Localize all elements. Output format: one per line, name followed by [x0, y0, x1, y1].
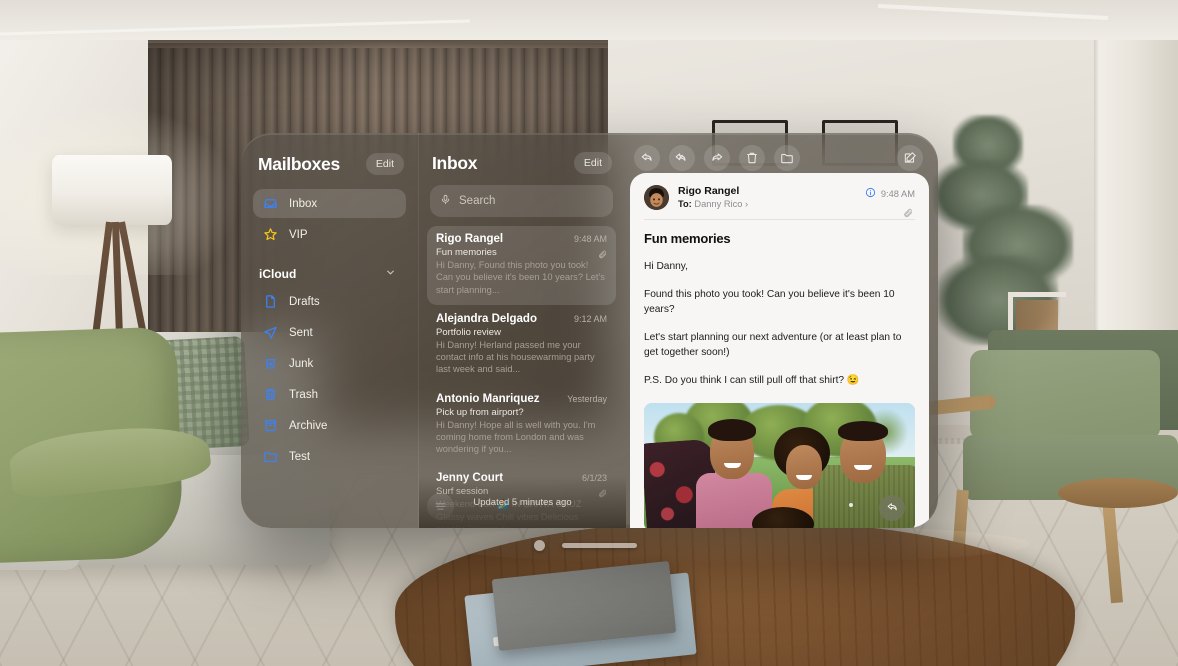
sidebar-item-sent[interactable]: Sent: [253, 318, 406, 347]
sidebar-item-label: Junk: [289, 357, 314, 370]
sidebar-title: Mailboxes: [258, 153, 340, 174]
microphone-icon[interactable]: [440, 192, 451, 210]
avatar: [644, 185, 669, 210]
sidebar-header: Mailboxes Edit: [258, 153, 404, 175]
wall-corner: [1094, 0, 1100, 360]
sidebar-item-label: VIP: [289, 228, 308, 241]
paperclip-icon: [598, 250, 607, 261]
star-icon: [263, 227, 278, 242]
email-body: Hi Danny, Found this photo you took! Can…: [630, 246, 929, 389]
sidebar-item-label: Archive: [289, 419, 328, 432]
message-list-status-bar: Updated 5 minutes ago: [419, 476, 626, 528]
mail-app-window: Mailboxes Edit Inbox VIP iCloud Drafts S…: [241, 133, 938, 528]
paper-plane-icon: [263, 325, 278, 340]
email-paragraph: Let's start planning our next adventure …: [644, 332, 902, 358]
sidebar-item-test[interactable]: Test: [253, 442, 406, 471]
sidebar-item-label: Drafts: [289, 295, 320, 308]
message-sender: Antonio Manriquez: [436, 392, 540, 405]
sidebar-edit-button[interactable]: Edit: [365, 153, 404, 175]
armchair-back-cushion: [970, 350, 1160, 440]
coffee-table-highlight: [430, 524, 1030, 564]
message-time: 9:12 AM: [573, 313, 607, 324]
archive-box-icon: [263, 418, 278, 433]
message-preview: Hi Danny! Hope all is well with you. I'm…: [436, 419, 596, 455]
forward-button[interactable]: [704, 145, 730, 171]
email-subject: Fun memories: [644, 231, 731, 246]
message-list-edit-button[interactable]: Edit: [573, 152, 612, 174]
message-detail-pane: Rigo Rangel To: Danny Rico › 9:48 AM Fun…: [626, 133, 938, 528]
window-close-dot[interactable]: [534, 540, 545, 551]
compose-button[interactable]: [897, 145, 923, 171]
floor-lamp-shade: [52, 155, 172, 225]
email-to-name: Danny Rico: [694, 199, 743, 209]
delete-button[interactable]: [739, 145, 765, 171]
reply-all-button[interactable]: [669, 145, 695, 171]
search-input[interactable]: Search: [430, 185, 613, 217]
inbox-icon: [263, 196, 278, 211]
email-reader: Rigo Rangel To: Danny Rico › 9:48 AM Fun…: [630, 173, 929, 528]
update-status-text: Updated 5 minutes ago: [473, 496, 572, 508]
message-list-title: Inbox: [432, 152, 478, 173]
side-table: [1058, 478, 1178, 508]
sidebar-item-junk[interactable]: Junk: [253, 349, 406, 378]
trash-icon: [263, 387, 278, 402]
document-icon: [263, 294, 278, 309]
message-subject: Pick up from airport?: [436, 406, 524, 418]
email-time: 9:48 AM: [880, 189, 915, 199]
message-time: Yesterday: [567, 393, 607, 404]
email-paragraph: P.S. Do you think I can still pull off t…: [644, 375, 860, 387]
window-resize-grabber[interactable]: [562, 543, 637, 548]
folder-icon: [263, 449, 278, 464]
ceiling: [0, 0, 1178, 40]
sidebar-group-title: iCloud: [259, 267, 297, 281]
message-preview: Hi Danny! Herland passed me your contact…: [436, 339, 595, 375]
sidebar-item-vip[interactable]: VIP: [253, 220, 406, 249]
chevron-right-icon[interactable]: ›: [745, 199, 748, 209]
junk-bin-icon: [263, 356, 278, 371]
message-subject: Portfolio review: [436, 326, 501, 338]
chevron-down-icon[interactable]: [385, 267, 396, 281]
sidebar-item-inbox[interactable]: Inbox: [253, 189, 406, 218]
email-paragraph: Found this photo you took! Can you belie…: [644, 289, 895, 315]
sidebar-item-trash[interactable]: Trash: [253, 380, 406, 409]
floating-reply-button[interactable]: [879, 494, 905, 521]
sidebar-item-label: Trash: [289, 388, 318, 401]
message-sender: Alejandra Delgado: [436, 312, 537, 325]
email-to-label: To:: [678, 199, 692, 209]
photo-shirt-button: [849, 502, 853, 507]
message-time: 9:48 AM: [573, 234, 607, 244]
list-item[interactable]: Rigo Rangel 9:48 AM Fun memories Hi Dann…: [427, 226, 616, 305]
message-sender: Rigo Rangel: [436, 233, 504, 245]
list-item[interactable]: Antonio Manriquez Yesterday Pick up from…: [427, 386, 616, 465]
sidebar-item-drafts[interactable]: Drafts: [253, 287, 406, 316]
email-photo-attachment[interactable]: [644, 402, 915, 528]
sidebar-group-icloud[interactable]: iCloud: [253, 259, 406, 287]
list-item[interactable]: Alejandra Delgado 9:12 AM Portfolio revi…: [427, 306, 616, 385]
email-sender-name: Rigo Rangel: [678, 185, 740, 197]
email-recipient: To: Danny Rico ›: [678, 199, 748, 209]
sidebar-item-label: Inbox: [289, 197, 318, 210]
mailboxes-sidebar: Mailboxes Edit Inbox VIP iCloud Drafts S…: [241, 133, 418, 528]
sidebar-item-label: Sent: [289, 326, 313, 339]
paperclip-icon[interactable]: [903, 208, 913, 220]
message-preview: Hi Danny, Found this photo you took! Can…: [436, 260, 605, 295]
email-header: Rigo Rangel To: Danny Rico › 9:48 AM: [630, 173, 929, 218]
email-paragraph: Hi Danny,: [644, 261, 688, 272]
search-placeholder: Search: [459, 195, 496, 207]
message-list-header: Inbox Edit: [432, 152, 612, 174]
sidebar-item-label: Test: [289, 450, 311, 463]
sidebar-item-archive[interactable]: Archive: [253, 411, 406, 440]
info-circle-icon[interactable]: [865, 185, 876, 203]
message-subject: Fun memories: [436, 247, 497, 258]
reply-button[interactable]: [634, 145, 660, 171]
message-list-pane: Inbox Edit Search Rigo Rangel 9:48 AM Fu…: [418, 133, 626, 528]
move-to-folder-button[interactable]: [774, 145, 800, 171]
